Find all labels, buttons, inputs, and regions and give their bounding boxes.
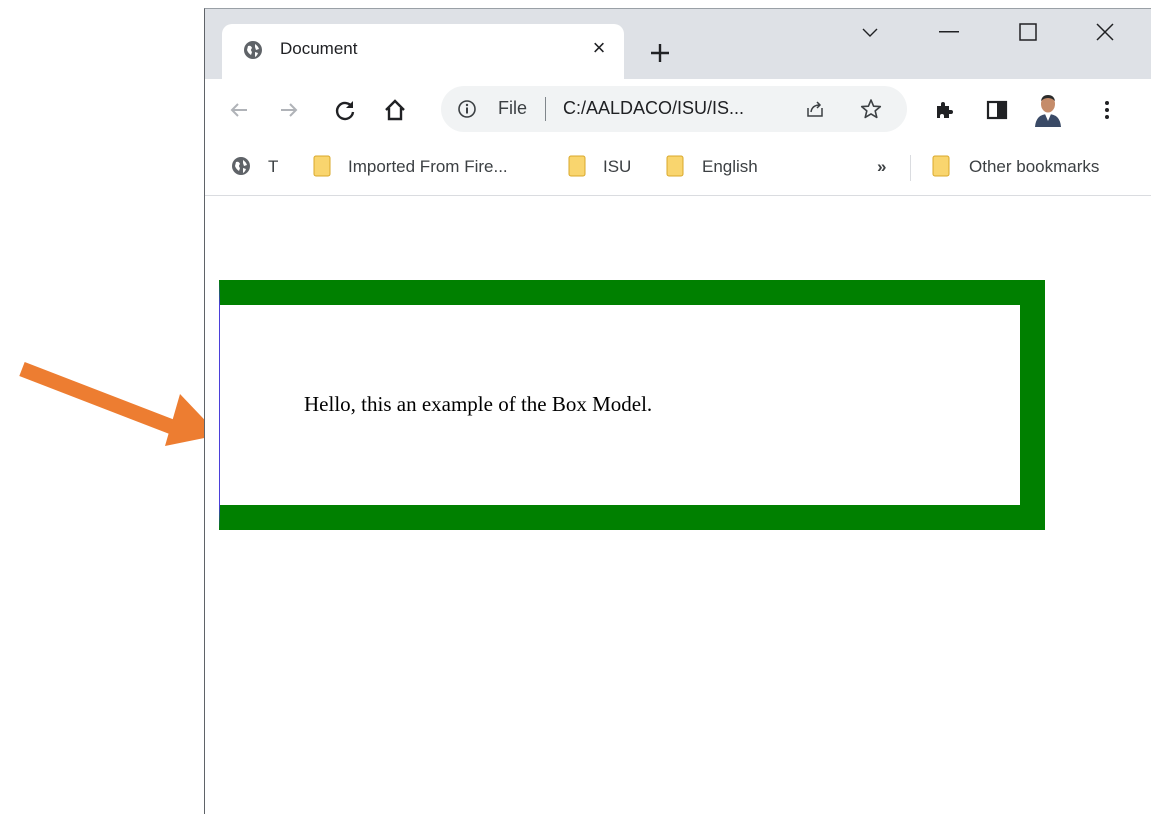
globe-icon [244, 41, 262, 59]
forward-arrow-icon[interactable] [277, 98, 301, 122]
bookmark-label: Imported From Fire... [348, 157, 508, 176]
overflow-chevron-icon: » [877, 157, 887, 176]
profile-avatar[interactable] [1033, 93, 1063, 127]
bookmark-folder-english[interactable]: English [666, 155, 776, 179]
bookmark-label: Other bookmarks [969, 157, 1100, 176]
address-bar[interactable]: File C:/AALDACO/ISU/IS... [441, 86, 907, 132]
folder-icon [666, 155, 684, 177]
tab-document[interactable]: Document × [222, 24, 624, 79]
url-separator [545, 97, 546, 121]
bookmark-label: English [702, 157, 758, 176]
close-icon[interactable] [1095, 22, 1115, 42]
tab-close-icon[interactable]: × [588, 37, 610, 59]
url-scheme: File [498, 98, 528, 118]
minimize-icon[interactable] [939, 31, 959, 33]
reload-icon[interactable] [333, 98, 357, 122]
plus-icon[interactable] [649, 42, 671, 64]
box-model-div: Hello, this an example of the Box Model. [219, 280, 1045, 530]
more-vert-icon[interactable] [1095, 98, 1119, 122]
tab-strip: Document × [205, 9, 1151, 79]
bookmark-folder-imported[interactable]: Imported From Fire... [313, 155, 553, 179]
screenshot: Document × File C:/AALDACO/ISU/IS... T I… [0, 0, 1151, 814]
bookmarks-separator [910, 155, 911, 181]
maximize-icon[interactable] [1019, 23, 1037, 41]
browser-window: Document × File C:/AALDACO/ISU/IS... T I… [204, 8, 1151, 814]
side-panel-icon[interactable] [985, 98, 1009, 122]
bookmark-folder-other[interactable]: Other bookmarks [932, 155, 1132, 179]
bookmark-item-t[interactable]: T [231, 155, 291, 179]
puzzle-icon[interactable] [933, 98, 957, 122]
url-text[interactable]: C:/AALDACO/ISU/IS... [563, 98, 744, 119]
bookmark-label: ISU [603, 157, 632, 176]
annotation-arrow-icon [19, 362, 219, 446]
bookmark-label: T [268, 157, 279, 176]
folder-icon [932, 155, 950, 177]
star-icon[interactable] [860, 98, 882, 120]
home-icon[interactable] [383, 98, 407, 122]
bookmarks-overflow-button[interactable]: » [877, 155, 897, 179]
tab-title: Document [280, 39, 358, 58]
info-icon[interactable] [457, 99, 477, 119]
chevron-down-icon[interactable] [861, 26, 879, 40]
folder-icon [568, 155, 586, 177]
back-arrow-icon[interactable] [227, 98, 251, 122]
folder-icon [313, 155, 331, 177]
share-icon[interactable] [805, 99, 825, 119]
page-viewport: Hello, this an example of the Box Model. [205, 196, 1151, 814]
globe-icon [232, 157, 250, 175]
bookmarks-bar: T Imported From Fire... ISU English » Ot… [205, 141, 1151, 196]
toolbar: File C:/AALDACO/ISU/IS... [205, 79, 1151, 141]
box-text: Hello, this an example of the Box Model. [304, 392, 653, 416]
bookmark-folder-isu[interactable]: ISU [568, 155, 648, 179]
